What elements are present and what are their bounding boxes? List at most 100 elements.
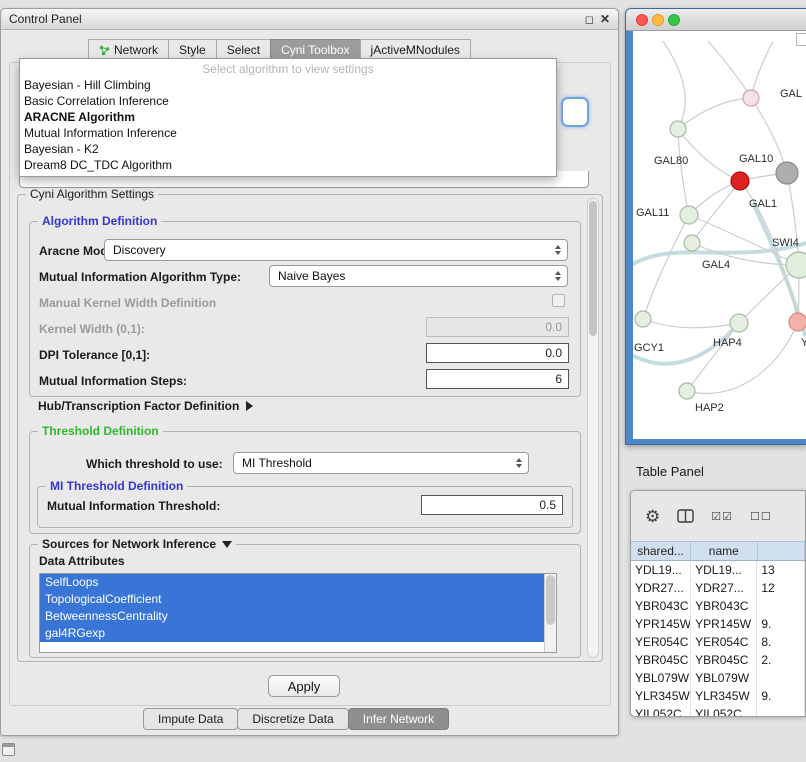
sources-group: Sources for Network Inference Data Attri…: [29, 544, 581, 658]
network-node[interactable]: [730, 314, 748, 332]
table-row[interactable]: YER054CYER054C8.: [631, 633, 805, 651]
table-header-row: shared...name: [631, 541, 805, 561]
algorithm-option-basic-correlation-inference[interactable]: Basic Correlation Inference: [20, 93, 556, 109]
table-panel-window: ⚙ ☑☑ ☐☐ shared...name YDL19...YDL19...13…: [630, 490, 806, 717]
table-cell: YDR27...: [631, 579, 691, 597]
cyni-algorithm-settings-group: Cyni Algorithm Settings Algorithm Defini…: [17, 194, 603, 662]
table-body: YDL19...YDL19...13YDR27...YDR27...12YBR0…: [631, 561, 805, 717]
table-cell: 2.: [757, 651, 805, 669]
attributes-list-scrollbar[interactable]: [544, 574, 556, 652]
network-node[interactable]: [731, 172, 749, 190]
network-node-label: HAP2: [695, 402, 724, 414]
bottom-tab-impute-data[interactable]: Impute Data: [143, 708, 238, 730]
threshold-definition-group: Threshold Definition Which threshold to …: [29, 431, 581, 534]
network-node[interactable]: [776, 162, 798, 184]
table-column-header[interactable]: [758, 542, 806, 560]
network-node-label: GAL80: [654, 155, 688, 167]
network-node-label: GCY1: [634, 342, 664, 354]
table-row[interactable]: YBR045CYBR045C2.: [631, 651, 805, 669]
aracne-mode-value: Discovery: [113, 243, 166, 257]
sources-group-title[interactable]: Sources for Network Inference: [38, 537, 236, 551]
threshold-definition-title: Threshold Definition: [38, 424, 163, 438]
table-column-header[interactable]: name: [691, 542, 757, 560]
close-window-icon[interactable]: ✕: [600, 12, 610, 26]
attribute-items: SelfLoopsTopologicalCoefficientBetweenne…: [40, 574, 556, 642]
attributes-list-scrollbar-thumb[interactable]: [546, 575, 555, 625]
float-window-icon[interactable]: ◻: [585, 13, 594, 26]
algorithm-definition-title: Algorithm Definition: [38, 214, 161, 228]
data-attributes-list[interactable]: SelfLoopsTopologicalCoefficientBetweenne…: [39, 573, 557, 653]
network-node[interactable]: [789, 313, 806, 331]
table-cell: YBL079W: [631, 669, 691, 687]
table-cell: YDL19...: [631, 561, 691, 579]
minimize-traffic-light[interactable]: [652, 14, 664, 26]
network-node[interactable]: [635, 311, 651, 327]
network-node[interactable]: [786, 252, 806, 278]
tab-label: Cyni Toolbox: [281, 43, 349, 57]
manual-kernel-checkbox[interactable]: [552, 294, 565, 307]
mi-threshold-label: Mutual Information Threshold:: [47, 498, 220, 514]
settings-scrollbar[interactable]: [587, 198, 599, 658]
network-window-titlebar[interactable]: [626, 9, 806, 31]
table-cell: YBL079W: [691, 669, 757, 687]
attribute-item-selfloops[interactable]: SelfLoops: [40, 574, 544, 591]
table-row[interactable]: YBL079WYBL079W: [631, 669, 805, 687]
attribute-item-betweennesscentrality[interactable]: BetweennessCentrality: [40, 608, 544, 625]
close-traffic-light[interactable]: [636, 14, 648, 26]
dpi-tolerance-input[interactable]: [426, 343, 569, 363]
table-row[interactable]: YDL19...YDL19...13: [631, 561, 805, 579]
table-row[interactable]: YPR145WYPR145W9.: [631, 615, 805, 633]
mi-type-value: Naive Bayes: [278, 269, 345, 283]
algorithm-dropdown-placeholder: Select algorithm to view settings: [20, 61, 556, 77]
network-node-label: GAL: [780, 88, 802, 100]
algorithm-dropdown-popup: Select algorithm to view settings Bayesi…: [19, 58, 557, 177]
updown-arrows-icon: [555, 271, 561, 281]
mi-threshold-input[interactable]: [421, 495, 563, 515]
table-row[interactable]: YDR27...YDR27...12: [631, 579, 805, 597]
refresh-button[interactable]: [561, 97, 589, 127]
hub-transcription-section-toggle[interactable]: Hub/Transcription Factor Definition: [38, 399, 253, 413]
which-threshold-select[interactable]: MI Threshold: [233, 452, 529, 474]
apply-button[interactable]: Apply: [268, 675, 340, 697]
attribute-item-gal4rgexp[interactable]: gal4RGexp: [40, 625, 544, 642]
network-scrollbar-button[interactable]: [796, 33, 806, 46]
bottom-tab-infer-network[interactable]: Infer Network: [348, 708, 449, 730]
kernel-width-input[interactable]: [426, 317, 569, 337]
algorithm-option-bayesian-hill-climbing[interactable]: Bayesian - Hill Climbing: [20, 77, 556, 93]
network-node[interactable]: [670, 121, 686, 137]
gear-icon[interactable]: ⚙: [645, 508, 660, 525]
columns-icon[interactable]: [677, 509, 694, 523]
network-node[interactable]: [680, 206, 698, 224]
table-cell: YDR27...: [691, 579, 757, 597]
table-cell: YPR145W: [691, 615, 757, 633]
deselect-all-checkboxes-icon[interactable]: ☐☐: [750, 510, 772, 523]
network-node[interactable]: [679, 383, 695, 399]
table-row[interactable]: YBR043CYBR043C: [631, 597, 805, 615]
table-column-header[interactable]: shared...: [631, 542, 691, 560]
mi-type-select[interactable]: Naive Bayes: [269, 265, 568, 287]
network-node[interactable]: [684, 235, 700, 251]
network-node[interactable]: [743, 90, 759, 106]
algorithm-option-dream8-dc-tdc-algorithm[interactable]: Dream8 DC_TDC Algorithm: [20, 157, 556, 173]
mi-steps-input[interactable]: [426, 369, 569, 389]
which-threshold-value: MI Threshold: [242, 456, 312, 470]
attribute-item-topologicalcoefficient[interactable]: TopologicalCoefficient: [40, 591, 544, 608]
control-panel-titlebar[interactable]: Control Panel ◻ ✕: [1, 9, 618, 30]
table-row[interactable]: YLR345WYLR345W9.: [631, 687, 805, 705]
bottom-tab-discretize-data[interactable]: Discretize Data: [237, 708, 348, 730]
table-cell: 12: [757, 579, 805, 597]
zoom-traffic-light[interactable]: [668, 14, 680, 26]
updown-arrows-icon: [516, 458, 522, 468]
minimized-panel-icon[interactable]: [2, 743, 15, 756]
algorithm-option-bayesian-k2[interactable]: Bayesian - K2: [20, 141, 556, 157]
aracne-mode-select[interactable]: Discovery: [104, 239, 568, 261]
table-cell: [757, 669, 805, 687]
collapsed-arrow-icon: [246, 401, 253, 411]
algorithm-option-aracne-algorithm[interactable]: ARACNE Algorithm: [20, 109, 556, 125]
table-row[interactable]: YIL052CYIL052C: [631, 705, 805, 717]
network-canvas[interactable]: GALGAL80GAL10GAL11GAL1SWI4GAL4GCY1HAP4YH…: [633, 31, 806, 439]
settings-scrollbar-thumb[interactable]: [589, 201, 597, 336]
select-all-checkboxes-icon[interactable]: ☑☑: [711, 510, 733, 523]
algorithm-option-mutual-information-inference[interactable]: Mutual Information Inference: [20, 125, 556, 141]
table-cell: YDL19...: [691, 561, 757, 579]
